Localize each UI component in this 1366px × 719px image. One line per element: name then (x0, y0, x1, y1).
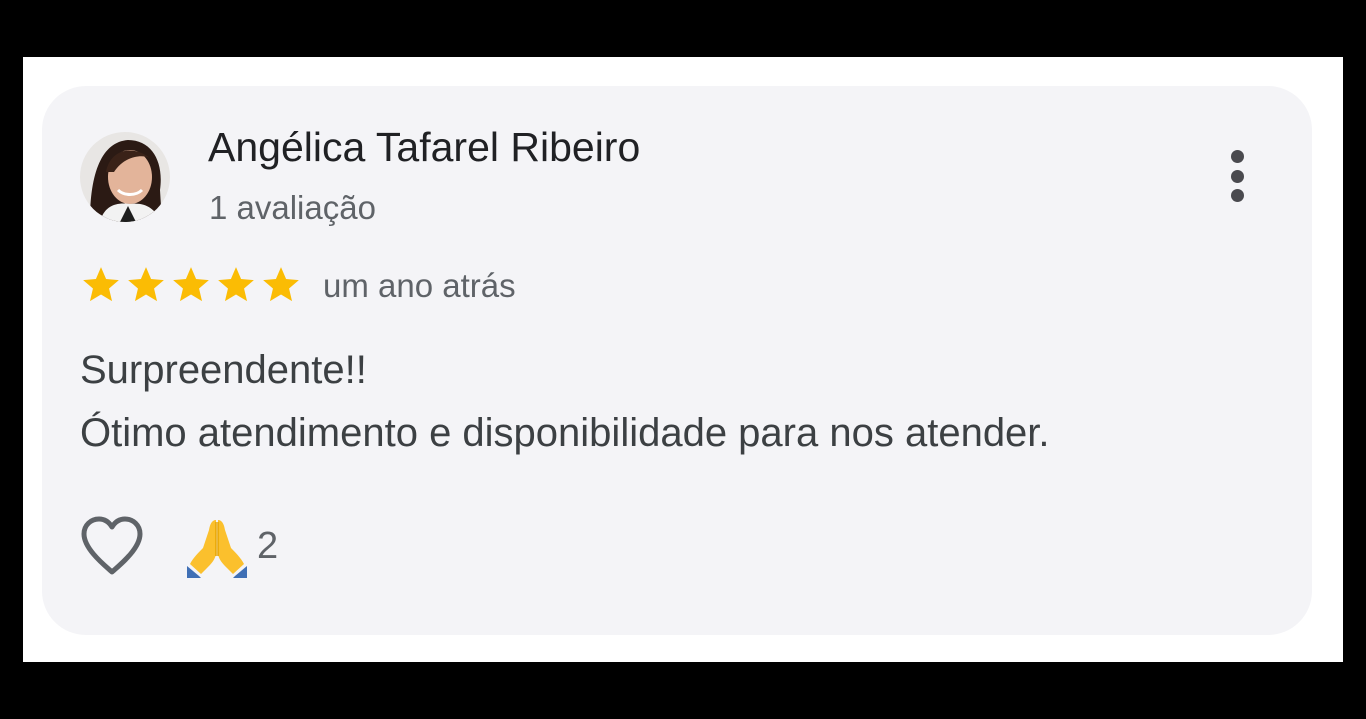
more-vert-icon[interactable] (1217, 146, 1257, 206)
star-icon (218, 267, 254, 302)
reaction-count: 2 (257, 524, 279, 567)
review-text-line-1: Surpreendente!! (80, 348, 367, 392)
avatar-image (80, 132, 170, 222)
review-card: Angélica Tafarel Ribeiro 1 avaliação um … (42, 86, 1312, 635)
heart-outline-icon[interactable] (78, 514, 146, 578)
star-icon (263, 267, 299, 302)
more-dot (1230, 169, 1244, 183)
star-rating (80, 264, 302, 306)
review-text-line-2: Ótimo atendimento e disponibilidade para… (80, 411, 1050, 455)
folded-hands-icon (187, 520, 247, 578)
review-time: um ano atrás (323, 267, 516, 304)
star-icon (83, 267, 119, 302)
reaction-button[interactable]: 2 (185, 514, 278, 578)
avatar[interactable] (80, 132, 170, 222)
star-icon (173, 267, 209, 302)
author-name[interactable]: Angélica Tafarel Ribeiro (208, 124, 640, 171)
more-dot (1230, 150, 1244, 163)
like-button-graphic (81, 516, 143, 575)
author-review-count: 1 avaliação (209, 189, 376, 226)
star-icon (128, 267, 164, 302)
more-dot (1230, 189, 1244, 202)
screenshot-frame: Angélica Tafarel Ribeiro 1 avaliação um … (23, 57, 1343, 662)
